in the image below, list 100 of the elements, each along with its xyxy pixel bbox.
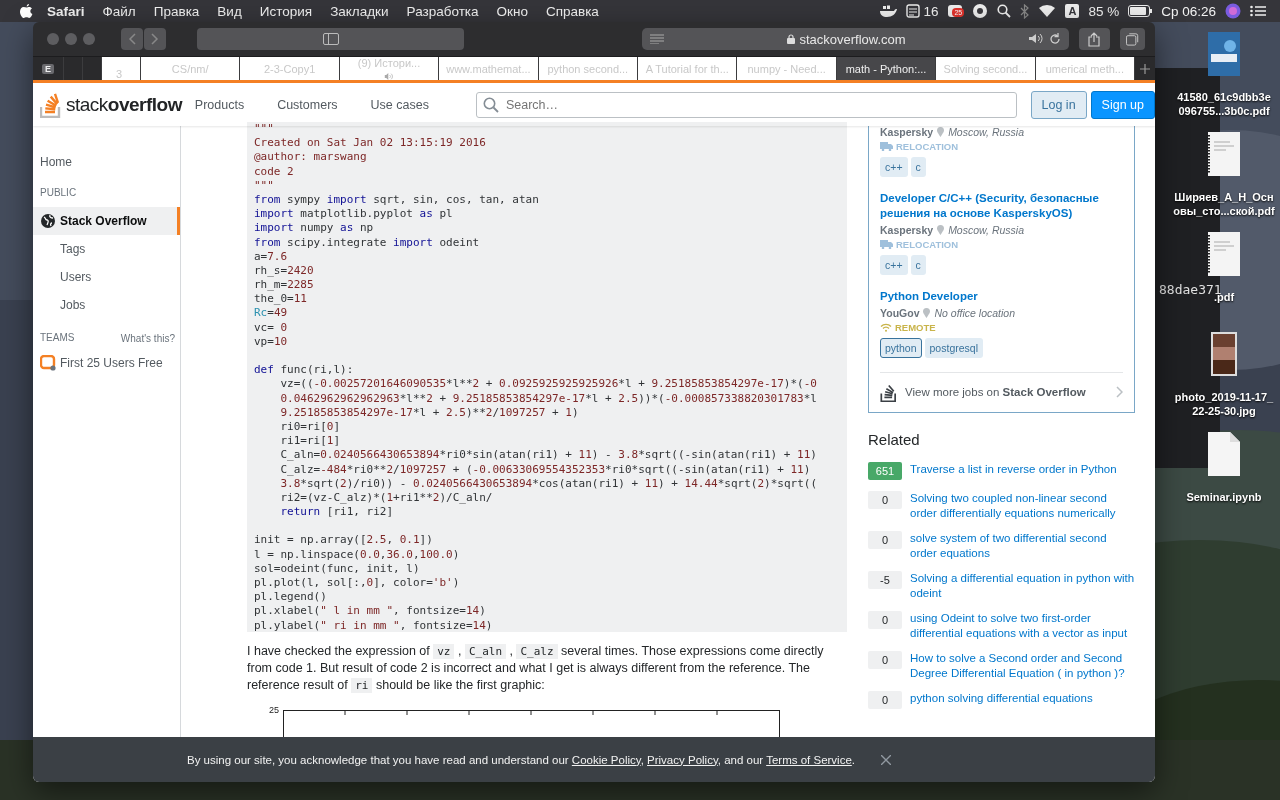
close-button[interactable] xyxy=(47,33,59,45)
back-button[interactable] xyxy=(121,28,143,50)
pin-icon xyxy=(937,225,945,235)
browser-tab[interactable]: math - Python:... xyxy=(836,57,937,80)
menu-item[interactable]: Справка xyxy=(545,3,599,19)
code-line: ri2=(vz-C_alz)*(1+ri1**2)/C_aln/ xyxy=(279,490,494,506)
whale-icon[interactable] xyxy=(879,4,898,18)
status-count[interactable]: 16 xyxy=(923,3,939,19)
related-question-link[interactable]: Solving two coupled non-linear second order differentially equations numerically xyxy=(910,491,1135,520)
nav-link[interactable]: Use cases xyxy=(370,97,429,112)
app-menu[interactable]: Safari xyxy=(47,3,85,19)
menu-item[interactable]: Вид xyxy=(217,3,242,19)
chevron-right-icon[interactable] xyxy=(151,33,159,45)
menu-item[interactable]: Правка xyxy=(153,3,200,19)
forward-button[interactable] xyxy=(144,28,166,50)
zoom-button[interactable] xyxy=(83,33,95,45)
image-file-icon[interactable] xyxy=(1211,332,1237,376)
related-question-link[interactable]: using Odeint to solve two first-order differential equations with a vector as input xyxy=(910,611,1135,640)
wifi-icon[interactable] xyxy=(1038,4,1057,18)
job-title[interactable]: Python Developer xyxy=(880,289,1123,304)
vote-count: -5 xyxy=(868,571,902,589)
nav-link[interactable]: Products xyxy=(194,97,245,112)
pinned-tab[interactable]: E xyxy=(33,57,64,80)
related-question-link[interactable]: python solving differential equations xyxy=(910,691,1093,709)
clock[interactable]: Ср 06:26 xyxy=(1161,3,1216,19)
section-heading: TEAMS xyxy=(39,331,76,345)
tabs-button[interactable] xyxy=(1119,28,1145,50)
menu-item[interactable]: Окно xyxy=(496,3,528,19)
tag[interactable]: c++ xyxy=(880,157,908,177)
tag[interactable]: c xyxy=(910,157,926,177)
pdf-file-icon[interactable] xyxy=(1208,232,1240,276)
input-source[interactable]: A xyxy=(1065,4,1080,18)
share-button[interactable] xyxy=(1079,28,1110,50)
section-heading: PUBLIC xyxy=(39,186,78,200)
company-name: Kaspersky xyxy=(880,224,934,236)
logo-text[interactable]: stackoverflow xyxy=(66,93,182,116)
code-line: import matplotlib.pyplot as pl xyxy=(254,207,454,222)
menu-item[interactable]: Разработка xyxy=(406,3,479,19)
file-icon[interactable] xyxy=(1208,432,1240,476)
logo-icon[interactable] xyxy=(880,382,898,402)
menu-item[interactable]: История xyxy=(259,3,313,19)
menu-icon[interactable] xyxy=(1250,5,1266,17)
tag[interactable]: python xyxy=(880,338,922,358)
new-tab-button[interactable] xyxy=(1135,57,1155,80)
teams-link[interactable]: First 25 Users Free xyxy=(60,356,163,370)
address-bar[interactable]: stackoverflow.com xyxy=(642,28,1070,50)
login-button[interactable]: Log in xyxy=(1030,90,1087,119)
code-line: pl.plot(l, sol[:,0], color='b') xyxy=(254,576,461,591)
related-question-link[interactable]: Solving a differential equation in python with odeint xyxy=(910,571,1135,600)
battery-icon[interactable] xyxy=(1128,5,1153,17)
code-line: from scipy.integrate import odeint xyxy=(254,235,481,250)
nav-link[interactable]: Customers xyxy=(277,97,338,112)
chevron-left-icon[interactable] xyxy=(128,33,136,45)
sidebar-icon[interactable] xyxy=(322,33,339,45)
pdf-file-icon[interactable] xyxy=(1208,132,1240,176)
nav-item[interactable]: Jobs xyxy=(33,291,180,319)
battery-percent[interactable]: 85 % xyxy=(1088,3,1120,19)
tag[interactable]: c xyxy=(910,255,926,275)
tag[interactable]: c++ xyxy=(880,255,908,275)
help-link[interactable]: What's this? xyxy=(120,332,175,344)
circle-icon[interactable] xyxy=(972,3,989,19)
pdf-file-icon[interactable] xyxy=(1208,32,1240,76)
menu-item[interactable]: Закладки xyxy=(330,3,389,19)
policy-link[interactable]: Cookie Policy xyxy=(571,753,641,766)
nav-item[interactable]: Stack Overflow xyxy=(33,207,180,235)
job-location: No office location xyxy=(934,307,1016,319)
file-name[interactable]: 41580_61c9dbb3e 096755...3b0c.pdf xyxy=(1177,90,1271,118)
question-text: I have checked the expression of vz , C_aln , C_alz several times. Those expressions come directly from code 1. But result of code 2 is incorrect and what I get is always different from the reference. The reference result of ri should be like the first graphic: xyxy=(247,643,825,694)
file-name[interactable]: Seminar.ipynb xyxy=(1186,490,1262,504)
apple-icon[interactable] xyxy=(20,3,33,19)
job-location: Moscow, Russia xyxy=(948,224,1024,236)
orb-icon[interactable] xyxy=(1225,3,1241,19)
job-title[interactable]: Developer C/C++ (Security, безопасные решения на основе KasperskyOS) xyxy=(880,191,1123,221)
bluetooth-icon[interactable] xyxy=(1020,3,1030,19)
tabs-icon[interactable] xyxy=(1125,32,1139,46)
file-name[interactable]: photo_2019-11-17_ 22-25-30.jpg xyxy=(1174,390,1274,418)
teams-icon[interactable] xyxy=(40,355,56,371)
nav-item[interactable]: Users xyxy=(33,263,180,291)
share-icon[interactable] xyxy=(1088,31,1101,47)
more-jobs-link[interactable]: View more jobs on Stack Overflow xyxy=(905,386,1109,398)
related-question-link[interactable]: solve system of two differential second order equations xyxy=(910,531,1135,560)
tag[interactable]: postgresql xyxy=(924,338,983,358)
plus-icon[interactable] xyxy=(1140,63,1151,74)
code-line: init = np.array([2.5, 0.1]) xyxy=(254,533,434,548)
file-name[interactable]: Ширяев_А_Н_Осн овы_сто...ской.pdf xyxy=(1173,190,1275,218)
search-icon[interactable] xyxy=(997,4,1012,18)
code-line: from sympy import sqrt, sin, cos, tan, atan xyxy=(254,192,540,208)
policy-link[interactable]: Privacy Policy xyxy=(647,753,718,766)
job-location: Moscow, Russia xyxy=(948,126,1024,138)
close-icon[interactable] xyxy=(881,754,891,765)
speaker-icon[interactable] xyxy=(383,73,395,80)
related-question-link[interactable]: How to solve a Second order and Second Degree Differential Equation ( in python )? xyxy=(910,651,1135,680)
related-question-link[interactable]: Traverse a list in reverse order in Python xyxy=(910,462,1117,480)
list-icon[interactable] xyxy=(906,4,921,18)
minimize-button[interactable] xyxy=(65,33,77,45)
menu-item[interactable]: Файл xyxy=(102,3,136,19)
nav-item[interactable]: Tags xyxy=(33,235,180,263)
policy-link[interactable]: Terms of Service xyxy=(766,753,852,766)
nav-item[interactable]: Home xyxy=(33,152,180,172)
search-field[interactable]: Search… xyxy=(475,91,1017,118)
